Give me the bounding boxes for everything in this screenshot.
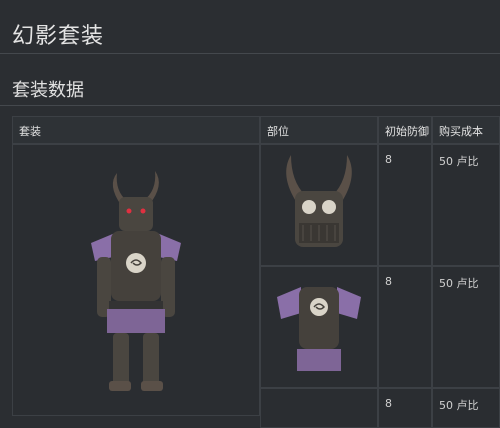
part-image-cell	[260, 388, 378, 428]
page-title: 幻影套装	[12, 24, 105, 49]
defense-cell: 8	[378, 266, 432, 388]
header-cost: 购买成本	[432, 116, 500, 144]
part-image-cell	[260, 144, 378, 266]
header-defense: 初始防御	[378, 116, 432, 144]
helmet-image	[286, 155, 352, 247]
defense-cell: 8	[378, 388, 432, 428]
defense-cell: 8	[378, 144, 432, 266]
header-set: 套装	[12, 116, 260, 144]
armor-set-table: 套装 部位 初始防御 购买成本 8 50 卢比 8 50 卢比 8 50 卢比	[12, 116, 500, 428]
set-image-cell	[12, 144, 260, 416]
full-armor-set-image	[91, 171, 181, 391]
cost-cell: 50 卢比	[432, 144, 500, 266]
section-title: 套装数据	[12, 80, 84, 101]
divider	[0, 53, 500, 54]
part-image-cell	[260, 266, 378, 388]
cost-cell: 50 卢比	[432, 266, 500, 388]
cost-cell: 50 卢比	[432, 388, 500, 428]
divider	[0, 105, 500, 106]
header-part: 部位	[260, 116, 378, 144]
chest-armor-image	[277, 287, 361, 371]
